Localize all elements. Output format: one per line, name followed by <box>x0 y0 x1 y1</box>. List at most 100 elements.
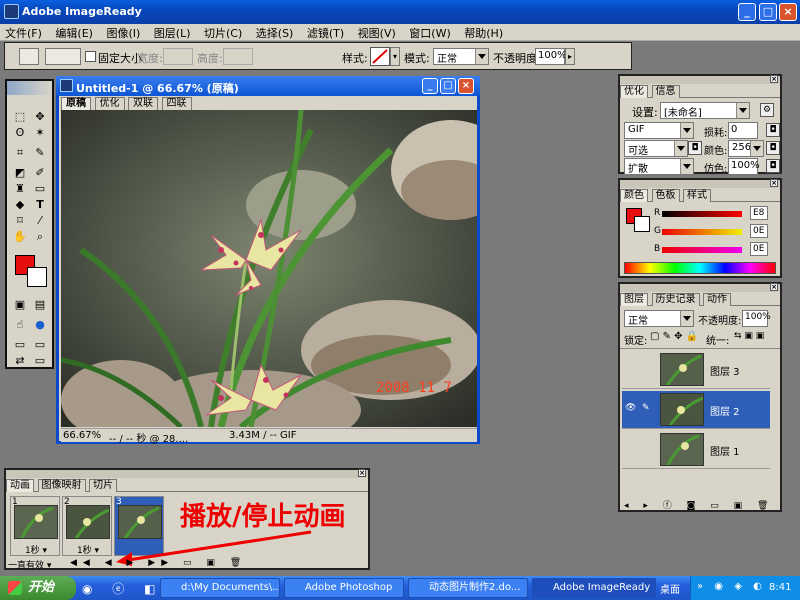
animation-frame-2[interactable]: 2 1秒 ▾ <box>62 496 112 556</box>
close-button[interactable]: × <box>779 3 797 21</box>
task-photoshop[interactable]: Adobe Photoshop <box>284 578 404 598</box>
style-none-icon[interactable] <box>370 47 390 66</box>
crop-icon[interactable]: ⌗ <box>11 145 29 161</box>
type-tool-icon[interactable]: T <box>31 197 49 213</box>
tab-swatches[interactable]: 色板 <box>651 189 680 202</box>
layer-row-2[interactable]: 👁 ✎ 图层 2 <box>622 391 770 429</box>
tray-icons[interactable]: » ◉ ◈ ◐ <box>697 581 766 592</box>
layers-panel-close-icon[interactable]: × <box>770 283 778 291</box>
menu-view[interactable]: 视图(V) <box>353 24 401 42</box>
task-my-documents[interactable]: d:\My Documents\... <box>160 578 280 598</box>
eraser-icon[interactable]: ◩ <box>11 165 29 181</box>
magic-wand-icon[interactable]: ✶ <box>31 125 49 141</box>
layer-link-toggle[interactable] <box>642 443 654 455</box>
colors-select[interactable]: 256 <box>728 140 764 157</box>
mode-select[interactable]: 正常 <box>433 48 489 65</box>
screen-mode-standard-icon[interactable]: ▭ <box>11 337 29 353</box>
image-map-icon[interactable]: ⌑ <box>11 213 29 229</box>
g-slider[interactable] <box>662 229 742 235</box>
layer-opacity-field[interactable]: 100% <box>742 310 771 327</box>
tab-actions[interactable]: 动作 <box>703 293 731 306</box>
palette-mask-icon[interactable]: ◘ <box>688 141 702 155</box>
style-dropdown-arrow-icon[interactable]: ▾ <box>390 47 400 66</box>
paint-bucket-icon[interactable]: ◆ <box>11 197 29 213</box>
doc-close-button[interactable]: × <box>458 78 474 94</box>
r-field[interactable]: E8 <box>750 206 768 220</box>
lasso-icon[interactable]: ʘ <box>11 125 29 141</box>
opacity-arrow-icon[interactable]: ▸ <box>565 48 575 65</box>
menu-file[interactable]: 文件(F) <box>0 24 47 42</box>
palette-select[interactable]: 可选 <box>624 140 688 157</box>
status-size[interactable]: 3.43M / -- GIF <box>229 430 296 441</box>
rect-marquee-icon[interactable]: ⬚ <box>11 109 29 125</box>
loop-select[interactable]: 一直有效 ▾ <box>8 558 64 571</box>
menu-select[interactable]: 选择(S) <box>251 24 299 42</box>
settings-select[interactable]: [未命名] <box>660 102 750 119</box>
opacity-field[interactable]: 100% <box>535 48 567 65</box>
app-title-bar[interactable]: Adobe ImageReady _ □ × <box>0 0 800 24</box>
menu-window[interactable]: 窗口(W) <box>404 24 455 42</box>
tab-4up[interactable]: 四联 <box>161 97 192 110</box>
r-slider[interactable] <box>662 211 742 217</box>
tab-color[interactable]: 颜色 <box>620 189 648 202</box>
layer-link-toggle[interactable] <box>642 363 654 375</box>
task-word-doc[interactable]: 动态图片制作2.do... <box>408 578 528 598</box>
color-panel-grip[interactable]: × <box>620 179 780 188</box>
toggle-image-maps-icon[interactable]: ▤ <box>31 297 49 313</box>
blend-mode-select[interactable]: 正常 <box>624 310 694 327</box>
b-field[interactable]: 0E <box>750 242 768 256</box>
desktop-toolbar-label[interactable]: 桌面 <box>660 581 680 596</box>
height-field[interactable] <box>223 48 253 65</box>
fixed-size-checkbox[interactable] <box>85 51 96 62</box>
color-ramp[interactable] <box>624 262 776 274</box>
dither-mask-icon[interactable]: ◘ <box>766 159 780 173</box>
layer-buttons[interactable]: ◂ ▸ ⓕ ◙ ▭ ▣ 🗑 <box>624 498 774 511</box>
document-canvas[interactable]: 2008 11 7 <box>61 110 477 427</box>
animation-panel-grip[interactable]: × <box>6 469 368 478</box>
hand-tool-icon[interactable]: ✋ <box>11 229 29 245</box>
zoom-tool-icon[interactable]: ⌕ <box>31 229 49 245</box>
eyedropper-icon[interactable]: ⁄ <box>31 213 49 229</box>
stamp-icon[interactable]: ♜ <box>11 181 29 197</box>
lossy-field[interactable]: 0 <box>728 122 758 139</box>
background-color-swatch[interactable] <box>27 267 47 287</box>
visibility-toggle[interactable] <box>625 443 637 455</box>
color-panel-close-icon[interactable]: × <box>770 179 778 187</box>
tab-2up[interactable]: 双联 <box>128 97 158 110</box>
unify-icons[interactable]: ⇆ ▣ ▣ <box>734 331 764 341</box>
optimize-panel-grip[interactable]: × <box>620 75 780 84</box>
color-bg-swatch[interactable] <box>634 216 650 232</box>
animation-frame-1[interactable]: 1 1秒 ▾ <box>10 496 60 556</box>
preview-in-browser-icon[interactable]: ● <box>31 317 49 333</box>
move-tool-icon[interactable]: ✥ <box>31 109 49 125</box>
g-field[interactable]: 0E <box>750 224 768 238</box>
colors-mask-icon[interactable]: ◘ <box>766 141 780 155</box>
layers-panel-grip[interactable]: × <box>620 283 780 292</box>
tab-info[interactable]: 信息 <box>651 85 680 98</box>
menu-help[interactable]: 帮助(H) <box>459 24 508 42</box>
layer-row-1[interactable]: 图层 1 <box>622 431 770 469</box>
status-zoom[interactable]: 66.67% <box>63 430 101 441</box>
tab-optimize[interactable]: 优化 <box>620 85 648 98</box>
marquee-tool-preset-icon[interactable] <box>19 48 39 65</box>
menu-slice[interactable]: 切片(C) <box>199 24 247 42</box>
quick-launch-icons[interactable]: ◉ ⓔ ◧ <box>82 580 163 597</box>
lossy-mask-icon[interactable]: ◘ <box>766 123 780 137</box>
tab-layers[interactable]: 图层 <box>620 293 648 306</box>
menu-filter[interactable]: 滤镜(T) <box>302 24 349 42</box>
jump-to-photoshop-icon[interactable]: ⇄ <box>11 353 29 369</box>
dither-field[interactable]: 100% <box>728 158 760 175</box>
start-button[interactable]: 开始 <box>0 576 76 600</box>
rectangle-shape-icon[interactable]: ▭ <box>31 181 49 197</box>
tab-styles[interactable]: 样式 <box>683 189 711 202</box>
visibility-toggle[interactable] <box>625 363 637 375</box>
jump-to-photoshop-arrow-icon[interactable]: ▭ <box>31 353 49 369</box>
menu-image[interactable]: 图像(I) <box>101 24 145 42</box>
rollover-preview-icon[interactable]: ☝ <box>11 317 29 333</box>
toggle-slices-icon[interactable]: ▣ <box>11 297 29 313</box>
tab-original[interactable]: 原稿 <box>61 97 91 110</box>
tab-image-map[interactable]: 图像映射 <box>37 479 86 492</box>
doc-minimize-button[interactable]: _ <box>422 78 438 94</box>
slice-icon[interactable]: ✎ <box>31 145 49 161</box>
tab-slices[interactable]: 切片 <box>89 479 117 492</box>
